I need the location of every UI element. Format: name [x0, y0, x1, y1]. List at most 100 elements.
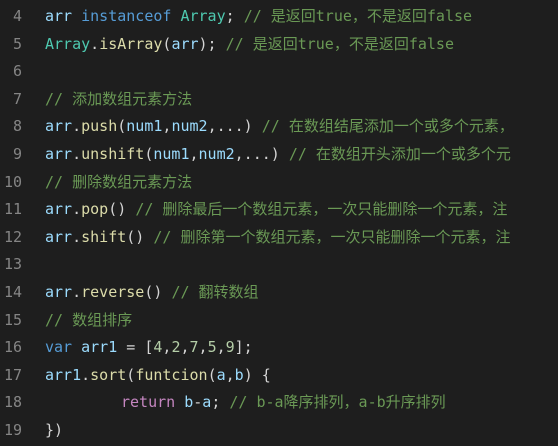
- code-line[interactable]: 12 arr.shift() // 删除第一个数组元素，一次只能删除一个元素，注: [0, 223, 558, 251]
- code-token: ) {: [243, 365, 271, 384]
- code-token: (): [108, 200, 136, 219]
- code-comment: // 在数组结尾添加一个或多个元素，: [261, 117, 514, 136]
- line-number: 12: [3, 227, 22, 246]
- code-text[interactable]: var arr1 = [4,2,7,5,9];: [45, 333, 253, 361]
- code-token: = [: [117, 338, 154, 357]
- code-token: );: [198, 34, 226, 53]
- code-token: arr: [45, 7, 73, 25]
- code-text[interactable]: // 数组排序: [45, 306, 132, 334]
- line-number: 10: [3, 172, 22, 191]
- line-number: 16: [3, 338, 22, 357]
- code-token: .: [72, 227, 82, 246]
- code-token: -: [193, 393, 203, 412]
- line-number: 7: [12, 89, 22, 108]
- code-token: (: [126, 365, 136, 384]
- line-number: 17: [3, 365, 22, 384]
- code-token: 7: [189, 338, 199, 357]
- line-number: 13: [3, 255, 22, 274]
- code-token: ;: [211, 393, 230, 412]
- code-token: Array: [45, 34, 91, 53]
- code-token: (): [144, 283, 172, 301]
- code-line[interactable]: 11 arr.pop() // 删除最后一个数组元素，一次只能删除一个元素，注: [0, 195, 558, 223]
- line-number: 8: [12, 117, 22, 136]
- code-token: Array: [180, 7, 226, 25]
- code-text[interactable]: }): [45, 416, 63, 444]
- code-line[interactable]: 18 return b-a; // b-a降序排列，a-b升序排列: [0, 388, 558, 416]
- code-token: arr: [45, 283, 73, 301]
- code-token: ,: [198, 338, 208, 357]
- code-token: (): [126, 227, 154, 246]
- code-token: .: [72, 200, 82, 219]
- code-token: .: [72, 117, 82, 136]
- code-token: arr: [45, 227, 73, 246]
- code-text[interactable]: arr.push(num1,num2,...) // 在数组结尾添加一个或多个元…: [45, 112, 514, 140]
- code-text[interactable]: arr1.sort(funtcion(a,b) {: [45, 361, 271, 389]
- code-token: ,: [225, 365, 235, 384]
- code-token: isArray: [99, 34, 163, 53]
- code-line[interactable]: 9 arr.unshift(num1,num2,...) // 在数组开头添加一个…: [0, 140, 558, 168]
- code-line[interactable]: 19}): [0, 416, 558, 444]
- code-line[interactable]: 17 arr1.sort(funtcion(a,b) {: [0, 361, 558, 389]
- code-line[interactable]: 13: [0, 250, 558, 278]
- code-token: push: [81, 117, 118, 136]
- code-token: sort: [90, 365, 127, 384]
- line-number: 4: [12, 7, 22, 25]
- code-token: ,...): [207, 117, 262, 136]
- code-text[interactable]: arr.pop() // 删除最后一个数组元素，一次只能删除一个元素，注: [45, 195, 507, 223]
- code-comment: // 删除第一个数组元素，一次只能删除一个元素，注: [153, 227, 511, 246]
- code-comment: // 翻转数组: [171, 283, 259, 301]
- code-text[interactable]: arr.shift() // 删除第一个数组元素，一次只能删除一个元素，注: [45, 223, 510, 251]
- code-token: ,: [216, 338, 226, 357]
- code-token: a: [216, 365, 226, 384]
- code-token: .: [90, 34, 100, 53]
- code-line[interactable]: 10 // 删除数组元素方法: [0, 168, 558, 196]
- code-line[interactable]: 5 Array.isArray(arr); // 是返回true，不是返回fals…: [0, 30, 558, 58]
- code-text[interactable]: // 添加数组元素方法: [45, 85, 192, 113]
- code-comment: // 删除数组元素方法: [45, 172, 193, 191]
- code-token: }): [45, 421, 64, 439]
- code-editor[interactable]: 4 arr instanceof Array; // 是返回true，不是返回fa…: [0, 0, 558, 446]
- code-line[interactable]: 7 // 添加数组元素方法: [0, 85, 558, 113]
- code-line[interactable]: 14 arr.reverse() // 翻转数组: [0, 278, 558, 306]
- code-token: unshift: [81, 145, 145, 163]
- code-token: arr1: [45, 365, 82, 384]
- line-number: 6: [12, 62, 22, 81]
- line-number: 18: [3, 393, 22, 412]
- line-number: 9: [12, 145, 22, 163]
- code-token: return: [121, 393, 176, 412]
- code-token: .: [72, 145, 82, 163]
- code-text[interactable]: return b-a; // b-a降序排列，a-b升序排列: [45, 388, 446, 416]
- code-token: num2: [198, 145, 235, 163]
- code-line[interactable]: 8 arr.push(num1,num2,...) // 在数组结尾添加一个或多个…: [0, 112, 558, 140]
- code-token: funtcion: [135, 365, 208, 384]
- code-token: num1: [153, 145, 190, 163]
- code-token: 9: [225, 338, 235, 357]
- code-token: shift: [81, 227, 127, 246]
- code-token: .: [72, 283, 82, 301]
- code-token: arr1: [81, 338, 118, 357]
- code-line[interactable]: 4 arr instanceof Array; // 是返回true，不是返回fa…: [0, 2, 558, 30]
- code-text[interactable]: arr instanceof Array; // 是返回true，不是返回fal…: [45, 2, 472, 30]
- code-token: arr: [45, 117, 73, 136]
- line-number: 15: [3, 310, 22, 329]
- code-token: instanceof: [81, 7, 172, 25]
- code-token: ;: [225, 7, 244, 25]
- code-comment: // 是返回true，不是返回false: [225, 34, 454, 53]
- code-comment: // 在数组开头添加一个或多个元: [288, 145, 511, 163]
- code-token: (: [117, 117, 127, 136]
- code-line[interactable]: 15 // 数组排序: [0, 306, 558, 334]
- code-comment: // 是返回true，不是返回false: [243, 7, 473, 25]
- line-number: 5: [12, 34, 22, 53]
- code-token: reverse: [81, 283, 145, 301]
- code-token: 5: [207, 338, 217, 357]
- code-line[interactable]: 16 var arr1 = [4,2,7,5,9];: [0, 333, 558, 361]
- code-token: ];: [234, 338, 253, 357]
- code-line[interactable]: 6: [0, 57, 558, 85]
- code-text[interactable]: // 删除数组元素方法: [45, 168, 192, 196]
- code-token: b: [184, 393, 194, 412]
- code-text[interactable]: arr.unshift(num1,num2,...) // 在数组开头添加一个或…: [45, 140, 511, 168]
- code-text[interactable]: arr.reverse() // 翻转数组: [45, 278, 259, 306]
- code-text[interactable]: Array.isArray(arr); // 是返回true，不是返回false: [45, 30, 454, 58]
- code-token: num2: [171, 117, 208, 136]
